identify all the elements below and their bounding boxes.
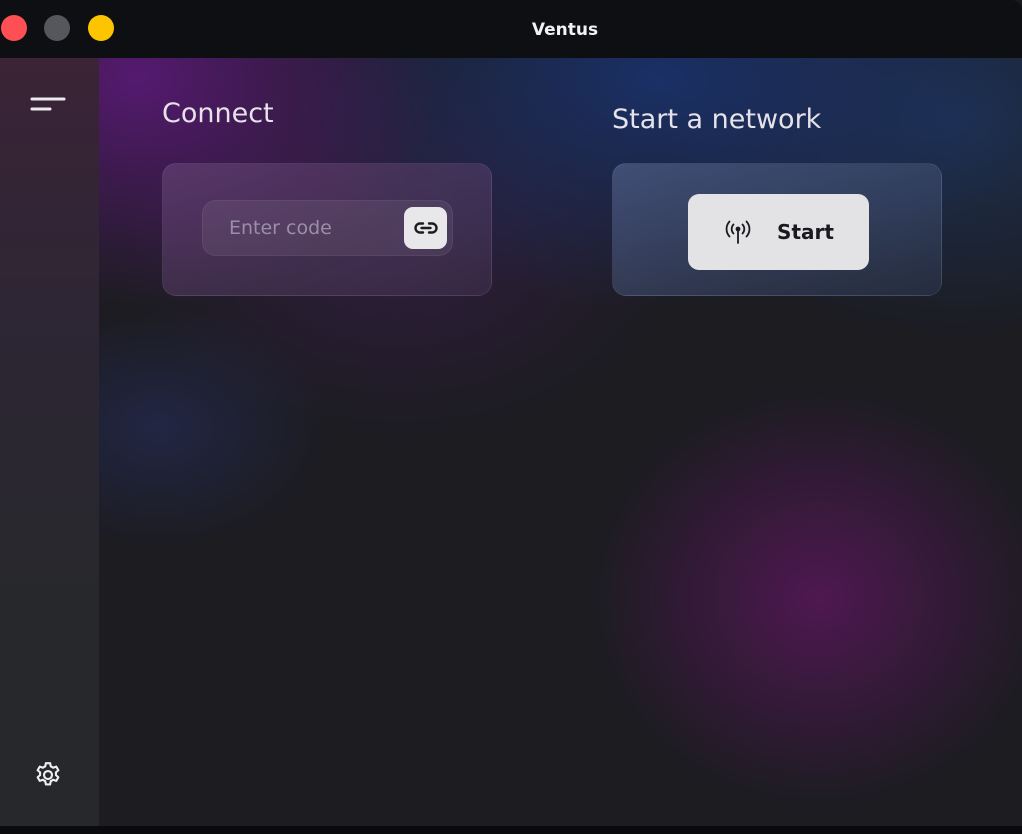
code-input[interactable]: [203, 201, 403, 255]
gear-icon[interactable]: [33, 760, 63, 790]
antenna-icon: [725, 220, 751, 244]
connect-card: [162, 163, 492, 296]
start-button[interactable]: Start: [688, 194, 869, 270]
connect-link-button[interactable]: [404, 207, 447, 249]
title-bar[interactable]: Ventus: [0, 0, 1022, 58]
connect-heading: Connect: [162, 98, 274, 129]
window-bottom-edge: [0, 826, 1022, 834]
code-field: [202, 200, 453, 256]
main-content: Connect Start a network: [99, 58, 1022, 826]
link-icon: [413, 222, 438, 234]
menu-icon[interactable]: [30, 96, 66, 116]
start-network-card: Start: [612, 163, 942, 296]
start-button-label: Start: [777, 220, 834, 244]
app-window: Ventus Connect Enter code Start a networ…: [0, 0, 1022, 834]
start-network-heading: Start a network: [612, 104, 822, 135]
sidebar: [0, 58, 99, 826]
window-title: Ventus: [531, 20, 599, 40]
